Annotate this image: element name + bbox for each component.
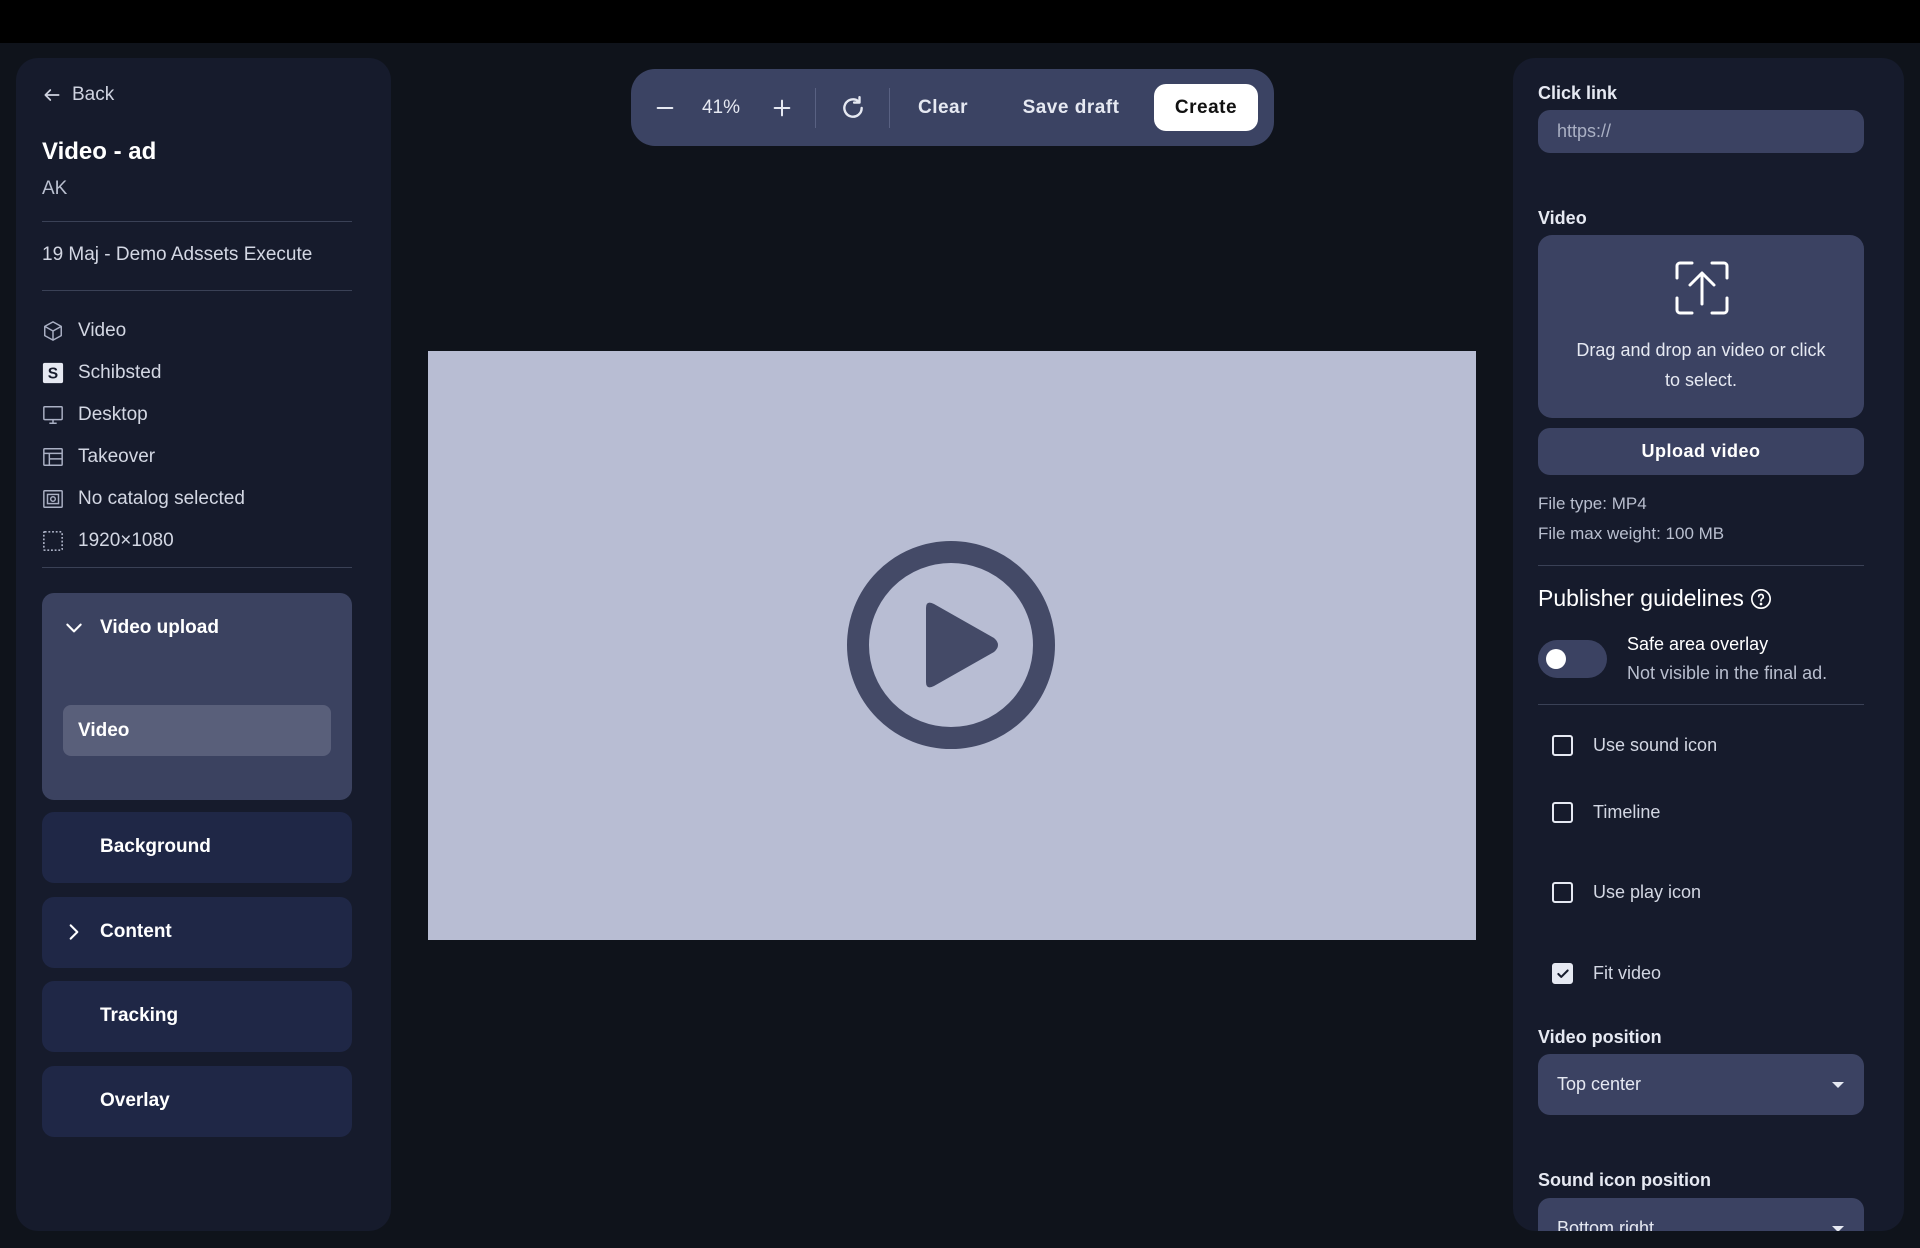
checkbox-label: Use sound icon <box>1593 735 1718 755</box>
select-value: Top center <box>1557 1074 1642 1094</box>
ad-title: Video - ad <box>42 138 157 165</box>
play-icon[interactable] <box>846 540 1056 750</box>
minus-icon <box>656 106 674 109</box>
safe-area-toggle[interactable] <box>1538 640 1607 678</box>
upload-video-button[interactable]: Upload video <box>1538 428 1864 475</box>
back-link[interactable]: Back <box>42 84 114 106</box>
editor-toolbar: 41% Clear Save draft Create <box>631 69 1274 146</box>
meta-label: Takeover <box>78 446 156 467</box>
checkbox-label: Use play icon <box>1593 882 1702 902</box>
checkbox-box[interactable] <box>1552 963 1573 984</box>
checkbox-use-play-icon[interactable]: Use play icon <box>1552 882 1701 903</box>
video-position-label: Video position <box>1538 1027 1662 1047</box>
monitor-icon <box>42 404 64 426</box>
dropzone-text: Drag and drop an video or click to selec… <box>1576 340 1826 390</box>
video-label: Video <box>1538 208 1587 228</box>
safe-area-subtitle: Not visible in the final ad. <box>1627 663 1828 683</box>
section-overlay[interactable]: Overlay <box>42 1066 352 1137</box>
meta-label: Desktop <box>78 404 148 425</box>
ad-owner: AK <box>42 178 68 199</box>
zoom-level: 41% <box>701 96 741 118</box>
chevron-down-icon <box>66 623 82 633</box>
meta-publisher: S Schibsted <box>42 352 352 394</box>
divider <box>42 290 352 291</box>
section-background[interactable]: Background <box>42 812 352 883</box>
right-panel: Click link https:// Video Drag and drop … <box>1513 58 1904 1231</box>
publisher-guidelines-heading: Publisher guidelines <box>1538 585 1772 612</box>
refresh-icon <box>843 95 863 118</box>
section-label: Overlay <box>100 1090 170 1111</box>
safe-area-title: Safe area overlay <box>1627 634 1769 654</box>
click-link-label: Click link <box>1538 83 1618 103</box>
campaign-name: 19 Maj - Demo Adssets Execute <box>42 244 313 265</box>
file-max-info: File max weight: 100 MB <box>1538 524 1725 543</box>
checkbox-label: Fit video <box>1593 963 1662 983</box>
meta-placement: Takeover <box>42 436 352 478</box>
chevron-right-icon <box>69 924 79 940</box>
ad-preview-canvas[interactable] <box>428 351 1476 940</box>
section-label: Content <box>100 921 172 942</box>
ad-meta-list: Video S Schibsted Desktop Takeover No ca… <box>42 310 352 562</box>
video-position-select[interactable]: Top center <box>1538 1054 1864 1115</box>
divider <box>1538 704 1864 705</box>
toggle-knob <box>1546 649 1566 669</box>
meta-label: Schibsted <box>78 362 162 383</box>
caret-down-icon <box>1832 1082 1844 1088</box>
file-type-info: File type: MP4 <box>1538 494 1647 513</box>
checkbox-box[interactable] <box>1552 882 1573 903</box>
sound-icon-position-select[interactable]: Bottom right <box>1538 1198 1864 1231</box>
window-top-bar <box>0 0 1920 43</box>
cube-icon <box>42 320 64 342</box>
meta-label: 1920×1080 <box>78 530 174 551</box>
layout-table-icon <box>42 446 64 468</box>
section-label: Video upload <box>100 617 219 638</box>
divider <box>1538 565 1864 566</box>
checkbox-box[interactable] <box>1552 735 1573 756</box>
caret-down-icon <box>1832 1226 1844 1231</box>
zoom-in-button[interactable] <box>762 69 802 146</box>
checkbox-label: Timeline <box>1593 802 1661 822</box>
meta-label: Video <box>78 320 127 341</box>
section-label: Tracking <box>100 1005 179 1026</box>
publisher-guidelines-title: Publisher guidelines <box>1538 585 1744 611</box>
sub-item-video[interactable]: Video <box>63 705 331 756</box>
arrow-left-icon <box>44 89 60 101</box>
toolbar-divider <box>815 88 816 128</box>
upload-icon <box>1675 261 1729 315</box>
back-label: Back <box>72 84 115 105</box>
help-circle-icon[interactable] <box>1750 588 1772 610</box>
section-content[interactable]: Content <box>42 897 352 968</box>
save-draft-button[interactable]: Save draft <box>1001 69 1141 146</box>
schibsted-logo-icon: S <box>42 362 64 384</box>
section-label: Background <box>100 836 211 857</box>
catalog-icon <box>42 488 64 510</box>
checkbox-box[interactable] <box>1552 802 1573 823</box>
select-value: Bottom right <box>1557 1218 1655 1231</box>
left-panel: Back Video - ad AK 19 Maj - Demo Adssets… <box>16 58 391 1231</box>
meta-label: No catalog selected <box>78 488 245 509</box>
dashed-square-icon <box>42 530 64 552</box>
checkbox-timeline[interactable]: Timeline <box>1552 802 1660 823</box>
toolbar-divider <box>889 88 890 128</box>
create-button[interactable]: Create <box>1154 84 1258 131</box>
checkbox-fit-video[interactable]: Fit video <box>1552 963 1661 984</box>
section-video-upload[interactable]: Video upload Video <box>42 593 352 800</box>
checkbox-use-sound-icon[interactable]: Use sound icon <box>1552 735 1717 756</box>
meta-format: Video <box>42 310 352 352</box>
click-link-input[interactable]: https:// <box>1538 110 1864 153</box>
sound-icon-position-label: Sound icon position <box>1538 1170 1711 1190</box>
clear-button[interactable]: Clear <box>903 69 983 146</box>
plus-icon <box>773 99 791 116</box>
svg-text:S: S <box>48 366 58 383</box>
divider <box>42 221 352 222</box>
meta-catalog: No catalog selected <box>42 478 352 520</box>
checkmark-icon <box>1556 968 1569 978</box>
meta-size: 1920×1080 <box>42 520 352 562</box>
divider <box>42 567 352 568</box>
meta-device: Desktop <box>42 394 352 436</box>
section-tracking[interactable]: Tracking <box>42 981 352 1052</box>
reset-zoom-button[interactable] <box>828 69 878 146</box>
video-dropzone[interactable]: Drag and drop an video or click to selec… <box>1538 235 1864 418</box>
zoom-out-button[interactable] <box>645 69 685 146</box>
